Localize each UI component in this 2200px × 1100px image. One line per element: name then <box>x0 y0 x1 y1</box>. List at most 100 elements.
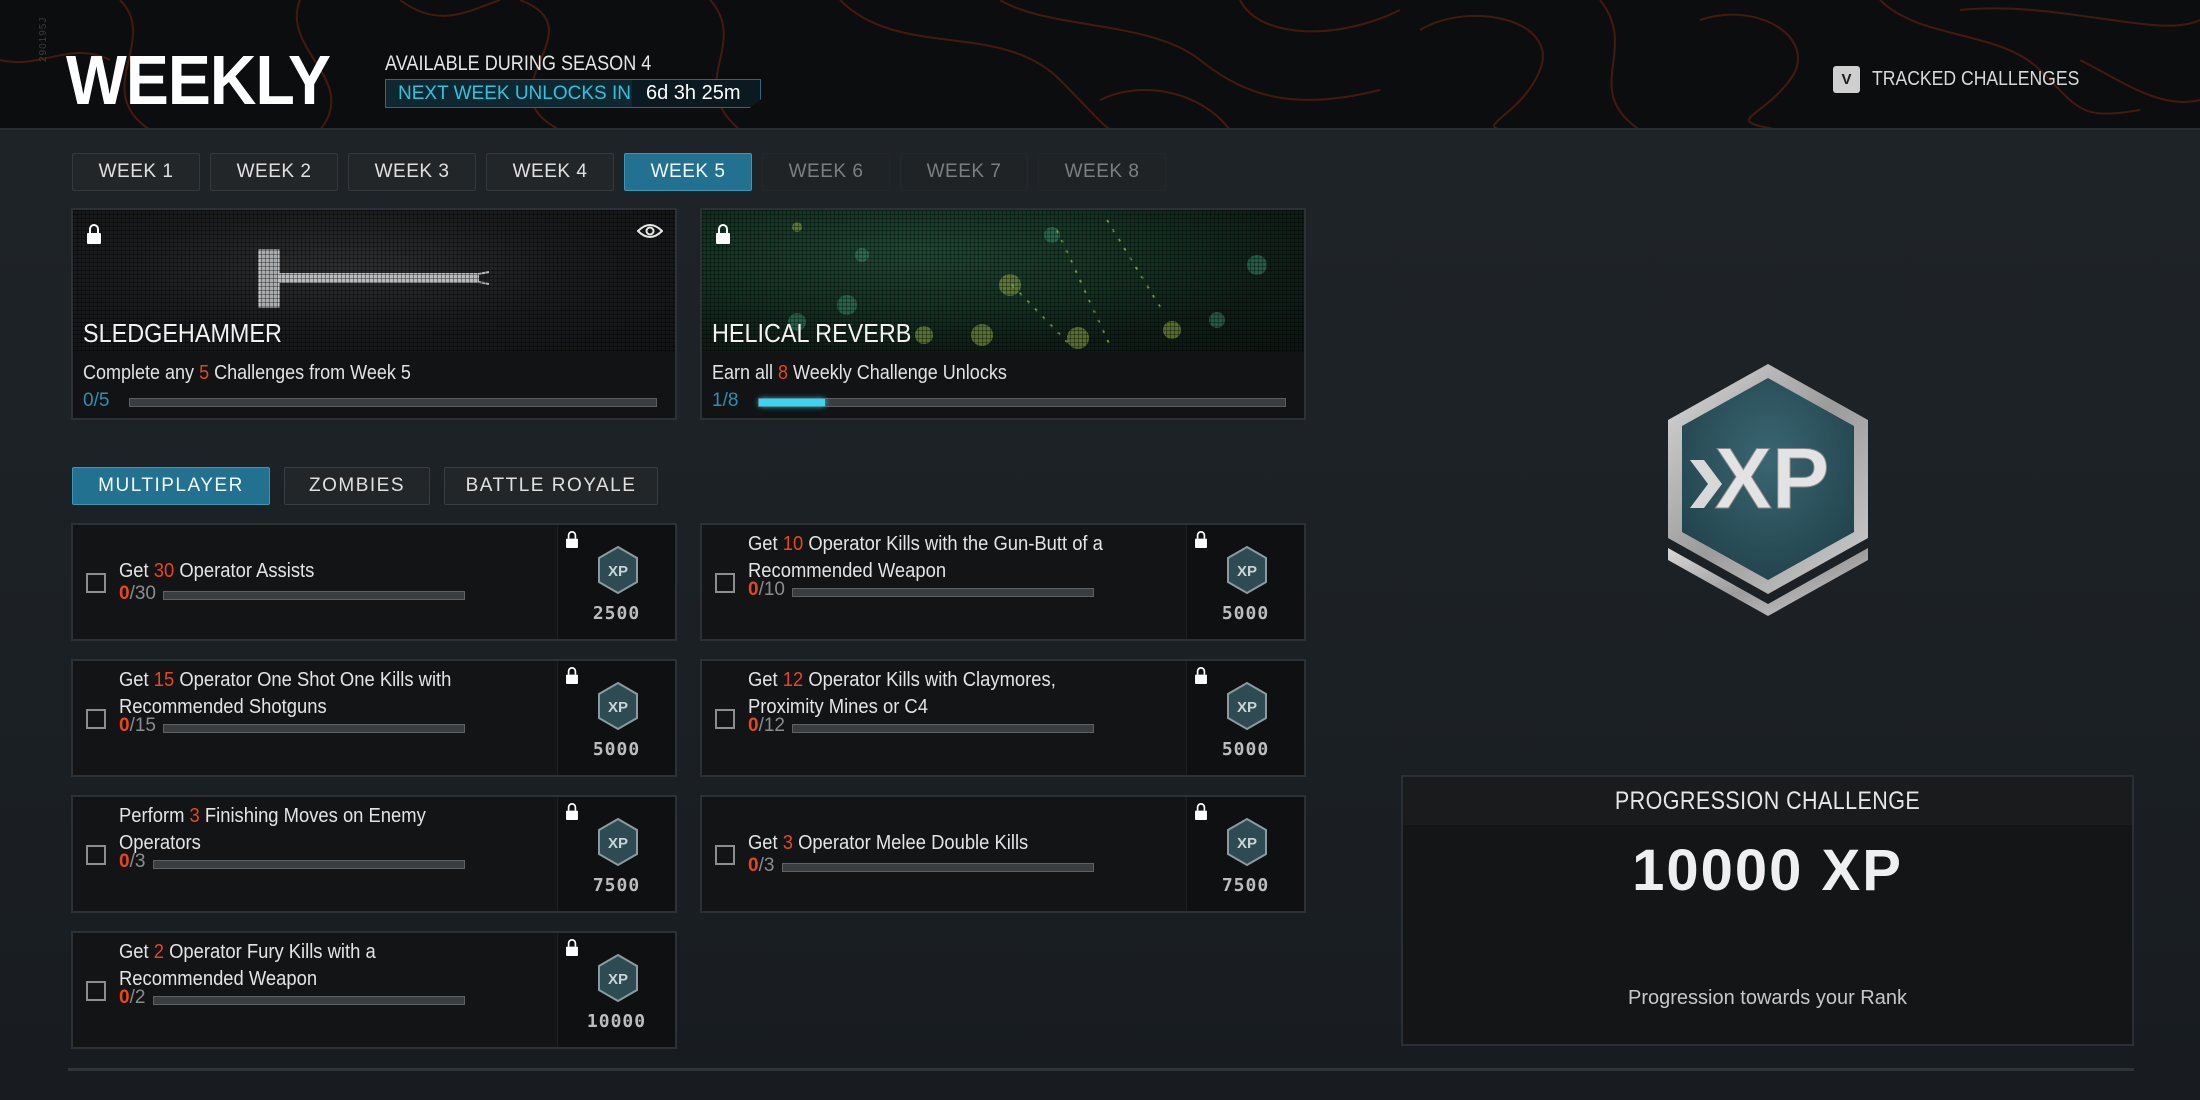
tab-multiplayer[interactable]: MULTIPLAYER <box>72 467 270 505</box>
challenge-count: 0/2 <box>119 987 146 1008</box>
desc-number: 2 <box>153 941 165 963</box>
progress-fill <box>759 399 825 406</box>
challenge-count: 0/3 <box>748 855 775 876</box>
tracked-challenges-label: TRACKED CHALLENGES <box>1872 68 2080 90</box>
reward-description: Complete any 5 Challenges from Week 5 <box>83 362 411 385</box>
tab-week-5[interactable]: WEEK 5 <box>624 153 752 191</box>
count-current: 0 <box>119 583 130 604</box>
challenge-card-5[interactable]: Perform 3 Finishing Moves on Enemy Opera… <box>71 795 677 913</box>
reward-progress-bar <box>758 398 1286 407</box>
count-total: 3 <box>763 855 775 876</box>
desc-text: Challenges from Week 5 <box>209 362 411 384</box>
xp-reward-amount: 5000 <box>1221 739 1270 760</box>
track-checkbox[interactable] <box>86 845 106 865</box>
desc-number: 12 <box>782 669 804 691</box>
svg-text:XP: XP <box>1715 431 1830 527</box>
svg-text:XP: XP <box>1237 563 1257 580</box>
challenge-reward: XP 7500 <box>1186 797 1304 911</box>
count-current: 1 <box>712 390 723 411</box>
xp-token-icon: XP <box>1227 545 1267 595</box>
challenge-card-4[interactable]: Get 12 Operator Kills with Claymores, Pr… <box>700 659 1306 777</box>
reward-description: Earn all 8 Weekly Challenge Unlocks <box>712 362 1007 385</box>
challenge-card-6[interactable]: Get 3 Operator Melee Double Kills 0/3 XP… <box>700 795 1306 913</box>
reward-name: SLEDGEHAMMER <box>83 318 282 348</box>
lock-icon <box>566 939 578 956</box>
preview-eye-icon[interactable] <box>637 222 663 240</box>
tab-week-2[interactable]: WEEK 2 <box>210 153 338 191</box>
challenge-card-3[interactable]: Get 15 Operator One Shot One Kills with … <box>71 659 677 777</box>
track-checkbox[interactable] <box>715 573 735 593</box>
challenge-card-2[interactable]: Get 10 Operator Kills with the Gun-Butt … <box>700 523 1306 641</box>
track-checkbox[interactable] <box>715 845 735 865</box>
challenge-description: Get 12 Operator Kills with Claymores, Pr… <box>748 667 1116 721</box>
desc-number: 3 <box>189 805 200 827</box>
tab-zombies[interactable]: ZOMBIES <box>284 467 430 505</box>
count-total: 12 <box>763 715 785 736</box>
desc-text: Get <box>119 941 154 963</box>
reward-name: HELICAL REVERB <box>712 318 912 348</box>
xp-token-icon: XP <box>598 545 638 595</box>
count-total: 3 <box>134 851 146 872</box>
svg-text:XP: XP <box>608 563 628 580</box>
challenge-reward: XP 5000 <box>557 661 675 775</box>
desc-text: Get <box>748 832 783 854</box>
xp-reward-amount: 2500 <box>592 603 641 624</box>
header-bar: 290195J WEEKLY AVAILABLE DURING SEASON 4… <box>0 0 2200 130</box>
challenge-description: Get 15 Operator One Shot One Kills with … <box>119 667 487 721</box>
track-checkbox[interactable] <box>86 573 106 593</box>
count-current: 0 <box>119 851 130 872</box>
lock-icon <box>1195 531 1207 548</box>
keybind-v-icon: V <box>1833 66 1860 93</box>
challenge-description: Get 10 Operator Kills with the Gun-Butt … <box>748 531 1116 585</box>
svg-text:XP: XP <box>608 699 628 716</box>
next-unlock-label: NEXT WEEK UNLOCKS IN <box>386 80 632 107</box>
desc-number: 3 <box>782 832 794 854</box>
xp-token-icon: XP <box>1227 681 1267 731</box>
challenge-description: Get 3 Operator Melee Double Kills <box>748 830 1116 857</box>
track-checkbox[interactable] <box>715 709 735 729</box>
challenge-card-1[interactable]: Get 30 Operator Assists 0/30 XP 2500 <box>71 523 677 641</box>
desc-text: Earn all <box>712 362 779 384</box>
desc-text: Operator Melee Double Kills <box>793 832 1029 854</box>
lock-icon <box>566 803 578 820</box>
track-checkbox[interactable] <box>86 709 106 729</box>
challenge-reward: XP 2500 <box>557 525 675 639</box>
tracked-challenges-button[interactable]: V TRACKED CHALLENGES <box>1833 66 2108 93</box>
reward-card-sledgehammer[interactable]: SLEDGEHAMMER Complete any 5 Challenges f… <box>71 208 677 420</box>
tab-week-3[interactable]: WEEK 3 <box>348 153 476 191</box>
desc-text: Operator Assists <box>174 560 315 582</box>
xp-reward-amount: 7500 <box>1221 875 1270 896</box>
challenge-card-7[interactable]: Get 2 Operator Fury Kills with a Recomme… <box>71 931 677 1049</box>
challenge-reward: XP 10000 <box>557 933 675 1047</box>
challenge-description: Get 30 Operator Assists <box>119 558 487 585</box>
desc-text: Perform <box>119 805 190 827</box>
tab-week-1[interactable]: WEEK 1 <box>72 153 200 191</box>
challenge-progress-bar <box>792 588 1094 597</box>
reward-progress: 1/8 <box>712 390 758 412</box>
desc-text: Get <box>119 669 154 691</box>
challenge-description: Perform 3 Finishing Moves on Enemy Opera… <box>119 803 487 857</box>
tab-week-6[interactable]: WEEK 6 <box>762 153 890 191</box>
count-current: 0 <box>748 715 759 736</box>
challenge-reward: XP 7500 <box>557 797 675 911</box>
challenge-progress-bar <box>782 863 1094 872</box>
tab-week-4[interactable]: WEEK 4 <box>486 153 614 191</box>
count-total: 8 <box>727 390 739 411</box>
reward-card-helical-reverb[interactable]: HELICAL REVERB Earn all 8 Weekly Challen… <box>700 208 1306 420</box>
tab-week-7[interactable]: WEEK 7 <box>900 153 1028 191</box>
page-title: WEEKLY <box>66 41 331 119</box>
svg-text:XP: XP <box>1237 699 1257 716</box>
progression-subtitle: Progression towards your Rank <box>1627 987 1907 1009</box>
count-current: 0 <box>748 579 759 600</box>
mode-tabs: MULTIPLAYER ZOMBIES BATTLE ROYALE <box>72 467 658 505</box>
reward-progress-bar <box>129 398 657 407</box>
xp-token-icon: XP <box>598 953 638 1003</box>
tab-battle-royale[interactable]: BATTLE ROYALE <box>444 467 658 505</box>
desc-number: 8 <box>778 362 789 384</box>
tab-week-8[interactable]: WEEK 8 <box>1038 153 1166 191</box>
lock-icon <box>716 224 730 244</box>
challenge-reward: XP 5000 <box>1186 525 1304 639</box>
count-total: 15 <box>134 715 156 736</box>
challenge-progress-bar <box>153 860 465 869</box>
track-checkbox[interactable] <box>86 981 106 1001</box>
